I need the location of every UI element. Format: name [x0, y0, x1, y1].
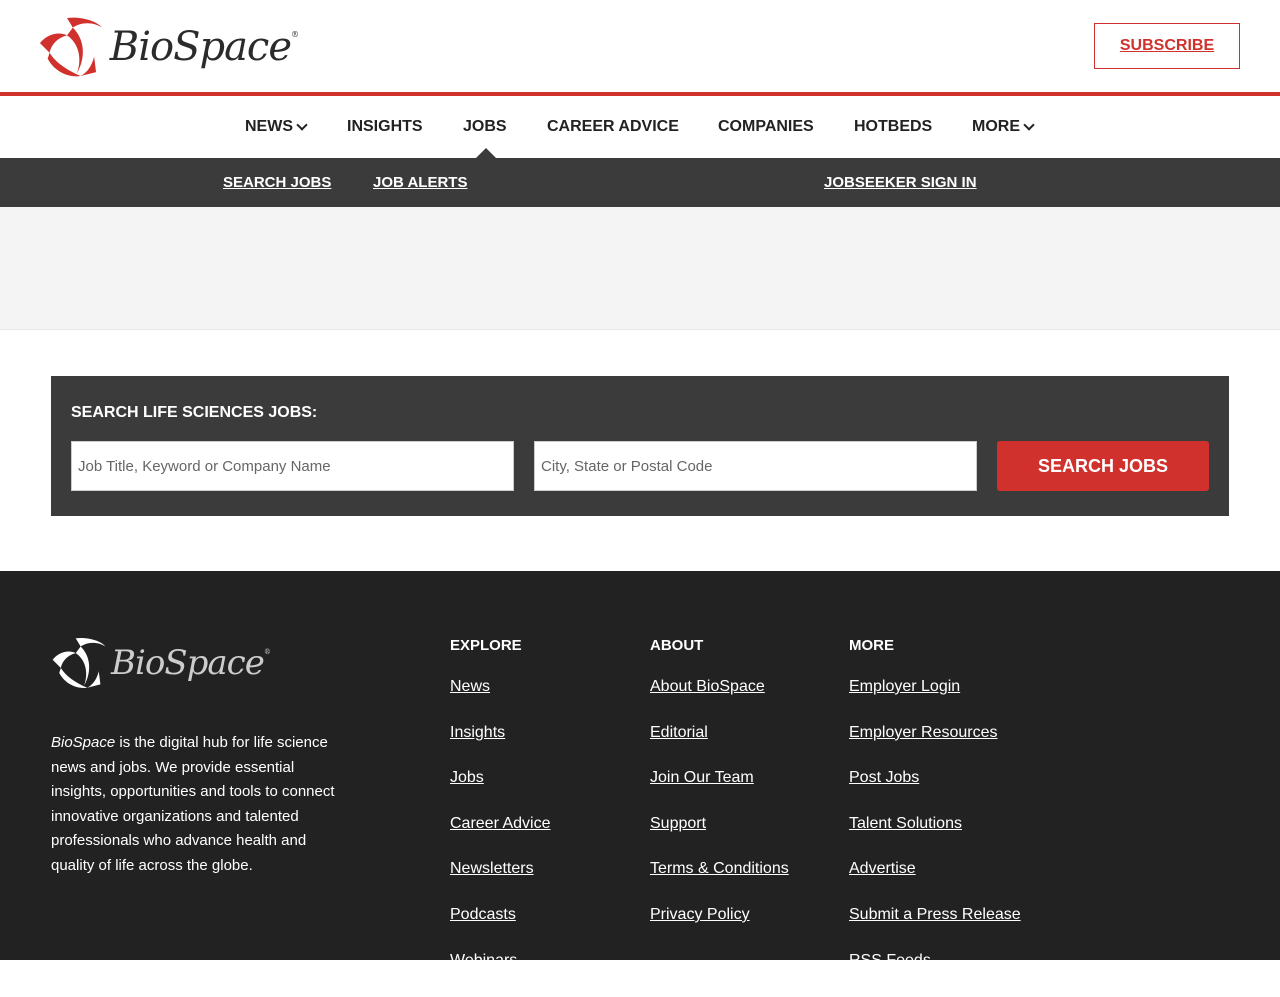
- footer-link-podcasts[interactable]: Podcasts: [450, 906, 516, 923]
- nav-label: NEWS: [245, 118, 293, 135]
- footer-link-rss-feeds[interactable]: RSS Feeds: [849, 952, 931, 969]
- footer-column-more: MORE Employer Login Employer Resources P…: [849, 637, 1021, 997]
- nav-label: JOBS: [463, 118, 507, 135]
- footer-logo[interactable]: BioSpace®: [51, 633, 271, 693]
- footer-link-support[interactable]: Support: [650, 815, 706, 832]
- footer-description: BioSpace is the digital hub for life sci…: [51, 734, 335, 874]
- footer-link-newsletters[interactable]: Newsletters: [450, 860, 534, 877]
- nav-label: HOTBEDS: [854, 118, 933, 135]
- footer-column-explore: EXPLORE News Insights Jobs Career Advice…: [450, 637, 551, 997]
- biospace-swirl-icon: [39, 17, 102, 77]
- footer-link-terms[interactable]: Terms & Conditions: [650, 860, 789, 877]
- jobs-subnav: SEARCH JOBS JOB ALERTS JOBSEEKER SIGN IN: [0, 158, 1280, 207]
- footer-link-post-jobs[interactable]: Post Jobs: [849, 769, 919, 786]
- nav-item-career-advice[interactable]: CAREER ADVICE: [547, 96, 679, 158]
- footer-link-insights[interactable]: Insights: [450, 724, 505, 741]
- subnav-search-jobs-link[interactable]: SEARCH JOBS: [223, 158, 331, 207]
- site-header: BioSpace® SUBSCRIBE: [0, 0, 1280, 92]
- nav-item-more[interactable]: MORE: [972, 96, 1035, 158]
- biospace-swirl-icon: [52, 637, 106, 688]
- subscribe-button[interactable]: SUBSCRIBE: [1094, 23, 1240, 69]
- nav-item-news[interactable]: NEWS: [245, 96, 308, 158]
- footer-link-webinars[interactable]: Webinars: [450, 952, 517, 969]
- subnav-job-alerts-link[interactable]: JOB ALERTS: [373, 158, 467, 207]
- nav-item-hotbeds[interactable]: HOTBEDS: [854, 96, 932, 158]
- jobseeker-signin-link[interactable]: JOBSEEKER SIGN IN: [824, 158, 977, 207]
- footer-link-join-our-team[interactable]: Join Our Team: [650, 769, 754, 786]
- footer-link-news[interactable]: News: [450, 678, 490, 695]
- primary-nav: NEWS INSIGHTS JOBS CAREER ADVICE COMPANI…: [0, 96, 1280, 158]
- footer-link-jobs[interactable]: Jobs: [450, 769, 484, 786]
- footer-link-privacy[interactable]: Privacy Policy: [650, 906, 750, 923]
- footer-logo-wordmark: BioSpace®: [111, 643, 271, 683]
- footer-link-advertise[interactable]: Advertise: [849, 860, 916, 877]
- nav-label: CAREER ADVICE: [547, 118, 679, 135]
- footer-link-editorial[interactable]: Editorial: [650, 724, 708, 741]
- search-jobs-button[interactable]: SEARCH JOBS: [997, 441, 1209, 491]
- nav-label: COMPANIES: [718, 118, 814, 135]
- nav-label: MORE: [972, 118, 1020, 135]
- biospace-logo[interactable]: BioSpace®: [38, 12, 299, 82]
- nav-label: INSIGHTS: [347, 118, 423, 135]
- footer-link-talent-solutions[interactable]: Talent Solutions: [849, 815, 962, 832]
- nav-item-insights[interactable]: INSIGHTS: [347, 96, 423, 158]
- active-nav-caret: [476, 148, 496, 158]
- footer-column-title: ABOUT: [650, 637, 704, 654]
- footer-column-title: MORE: [849, 637, 894, 654]
- keyword-search-input[interactable]: [71, 441, 514, 491]
- chevron-down-icon: [1023, 118, 1035, 131]
- footer-link-about-biospace[interactable]: About BioSpace: [650, 678, 765, 695]
- logo-wordmark: BioSpace®: [109, 24, 299, 70]
- search-heading: SEARCH LIFE SCIENCES JOBS:: [71, 404, 318, 421]
- footer-link-submit-press-release[interactable]: Submit a Press Release: [849, 906, 1021, 923]
- footer-link-employer-login[interactable]: Employer Login: [849, 678, 960, 695]
- location-search-input[interactable]: [534, 441, 977, 491]
- job-search-panel: SEARCH LIFE SCIENCES JOBS: SEARCH JOBS: [51, 376, 1229, 516]
- footer-link-employer-resources[interactable]: Employer Resources: [849, 724, 998, 741]
- chevron-down-icon: [296, 118, 308, 131]
- footer-column-about: ABOUT About BioSpace Editorial Join Our …: [650, 637, 789, 952]
- footer-link-career-advice[interactable]: Career Advice: [450, 815, 551, 832]
- nav-item-companies[interactable]: COMPANIES: [718, 96, 814, 158]
- site-footer: BioSpace® BioSpace is the digital hub fo…: [0, 571, 1280, 969]
- ad-placeholder: [0, 207, 1280, 330]
- footer-column-title: EXPLORE: [450, 637, 522, 654]
